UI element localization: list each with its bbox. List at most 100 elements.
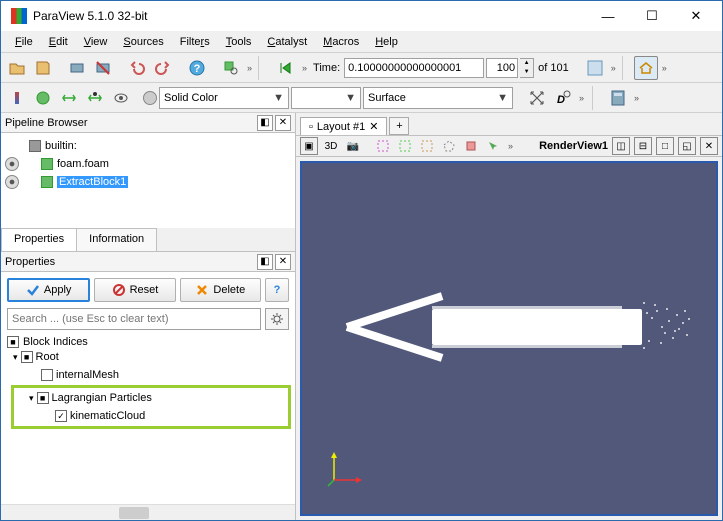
save-icon[interactable]: [31, 56, 55, 80]
menu-edit[interactable]: Edit: [41, 33, 76, 51]
tab-information[interactable]: Information: [76, 228, 157, 251]
sel-poly-icon[interactable]: [440, 137, 458, 155]
first-frame-icon[interactable]: [274, 56, 298, 80]
visibility-icon[interactable]: [5, 175, 19, 189]
show-scalar-bar-icon[interactable]: [5, 86, 29, 110]
calculator-icon[interactable]: [606, 86, 630, 110]
sel-surface-icon[interactable]: [374, 137, 392, 155]
viewtb-more[interactable]: »: [506, 141, 515, 151]
undo-icon[interactable]: [125, 56, 149, 80]
split-h-icon[interactable]: ◫: [612, 137, 630, 155]
menu-help[interactable]: Help: [367, 33, 406, 51]
minimize-button[interactable]: —: [586, 1, 630, 31]
toolbar-more-4[interactable]: »: [577, 93, 586, 103]
undock-icon[interactable]: ◧: [257, 115, 273, 131]
reset-button[interactable]: Reset: [94, 278, 175, 302]
open-icon[interactable]: [5, 56, 29, 80]
find-data-icon[interactable]: [219, 56, 243, 80]
menu-filters[interactable]: Filters: [172, 33, 218, 51]
apply-button[interactable]: Apply: [7, 278, 90, 302]
menu-tools[interactable]: Tools: [218, 33, 260, 51]
settings-icon[interactable]: [265, 308, 289, 330]
close-panel-icon[interactable]: ✕: [275, 254, 291, 270]
time-step[interactable]: 100: [486, 58, 518, 78]
menu-catalyst[interactable]: Catalyst: [259, 33, 315, 51]
help-button[interactable]: ?: [265, 278, 289, 302]
layout-tab[interactable]: ▫Layout #1✕: [300, 117, 387, 135]
full-screen-icon[interactable]: ▣: [300, 137, 318, 155]
menu-file[interactable]: File: [7, 33, 41, 51]
color-map-icon[interactable]: [583, 56, 607, 80]
search-input[interactable]: [7, 308, 261, 330]
filter-icon: [41, 176, 53, 188]
zoom-to-data-icon[interactable]: D: [551, 86, 575, 110]
pipeline-item-extractblock[interactable]: ExtractBlock1: [57, 176, 128, 188]
tree-kinematic-cloud[interactable]: ✓kinematicCloud: [15, 407, 287, 425]
tree-root[interactable]: ▾■Root: [13, 348, 289, 366]
representation-toolbar: Solid Color▼ ▼ Surface▼ D » »: [1, 83, 722, 113]
tree-lagrangian[interactable]: ▾■Lagrangian Particles: [15, 389, 287, 407]
tree-internal-mesh[interactable]: internalMesh: [13, 366, 289, 384]
time-step-spinner[interactable]: ▲▼: [520, 58, 534, 78]
menu-bar: File Edit View Sources Filters Tools Cat…: [1, 31, 722, 53]
sel-frustum-icon[interactable]: [396, 137, 414, 155]
sel-block-icon[interactable]: [462, 137, 480, 155]
delete-button[interactable]: Delete: [180, 278, 261, 302]
menu-sources[interactable]: Sources: [115, 33, 171, 51]
pipeline-item-foam[interactable]: foam.foam: [57, 158, 109, 170]
properties-header: Properties ◧ ✕: [1, 252, 295, 272]
solid-color-swatch[interactable]: [143, 91, 157, 105]
main-toolbar: ? » » Time: 0.10000000000000001 100 ▲▼ o…: [1, 53, 722, 83]
undock-icon[interactable]: ◧: [257, 254, 273, 270]
help-icon[interactable]: ?: [185, 56, 209, 80]
sel-points-icon[interactable]: [418, 137, 436, 155]
render-view-label: RenderView1: [539, 140, 608, 152]
representation-dropdown[interactable]: Surface▼: [363, 87, 513, 109]
close-view-icon[interactable]: ✕: [700, 137, 718, 155]
svg-text:D: D: [557, 94, 565, 106]
server-name: builtin:: [45, 140, 77, 152]
section-block-indices[interactable]: ■Block Indices: [7, 336, 289, 348]
rescale-range-icon[interactable]: [57, 86, 81, 110]
vcr-more[interactable]: »: [300, 63, 309, 73]
svg-text:?: ?: [194, 63, 201, 75]
camera-toolbar-icon[interactable]: [634, 56, 658, 80]
disconnect-icon[interactable]: [91, 56, 115, 80]
close-button[interactable]: ✕: [674, 1, 718, 31]
maximize-button[interactable]: ☐: [630, 1, 674, 31]
menu-macros[interactable]: Macros: [315, 33, 367, 51]
add-layout-button[interactable]: +: [389, 117, 409, 135]
toolbar-more-3[interactable]: »: [660, 63, 669, 73]
maximize-view-icon[interactable]: □: [656, 137, 674, 155]
component-dropdown[interactable]: ▼: [291, 87, 361, 109]
sel-interactive-icon[interactable]: [484, 137, 502, 155]
orientation-axes-icon: [326, 450, 366, 490]
rescale-visible-icon[interactable]: [109, 86, 133, 110]
server-icon: [29, 140, 41, 152]
restore-view-icon[interactable]: ◱: [678, 137, 696, 155]
camera-icon[interactable]: 📷: [344, 137, 362, 155]
visibility-icon[interactable]: [5, 157, 19, 171]
tab-properties[interactable]: Properties: [1, 228, 77, 251]
section-checkbox[interactable]: ■: [7, 336, 19, 348]
connect-icon[interactable]: [65, 56, 89, 80]
close-tab-icon[interactable]: ✕: [369, 120, 378, 133]
rescale-custom-icon[interactable]: [83, 86, 107, 110]
menu-view[interactable]: View: [76, 33, 116, 51]
edit-color-map-icon[interactable]: [31, 86, 55, 110]
render-view[interactable]: [300, 161, 718, 516]
horizontal-scrollbar[interactable]: [1, 504, 295, 520]
time-value[interactable]: 0.10000000000000001: [344, 58, 484, 78]
pipeline-browser[interactable]: builtin: foam.foam ExtractBlock1: [1, 133, 295, 228]
toolbar-more-5[interactable]: »: [632, 93, 641, 103]
close-panel-icon[interactable]: ✕: [275, 115, 291, 131]
particle-visualization: [347, 283, 707, 373]
redo-icon[interactable]: [151, 56, 175, 80]
toggle-3d-icon[interactable]: 3D: [322, 137, 340, 155]
color-by-dropdown[interactable]: Solid Color▼: [159, 87, 289, 109]
window-title: ParaView 5.1.0 32-bit: [33, 9, 586, 23]
toolbar-more-2[interactable]: »: [609, 63, 618, 73]
split-v-icon[interactable]: ⊟: [634, 137, 652, 155]
toolbar-more-1[interactable]: »: [245, 63, 254, 73]
reset-camera-icon[interactable]: [525, 86, 549, 110]
